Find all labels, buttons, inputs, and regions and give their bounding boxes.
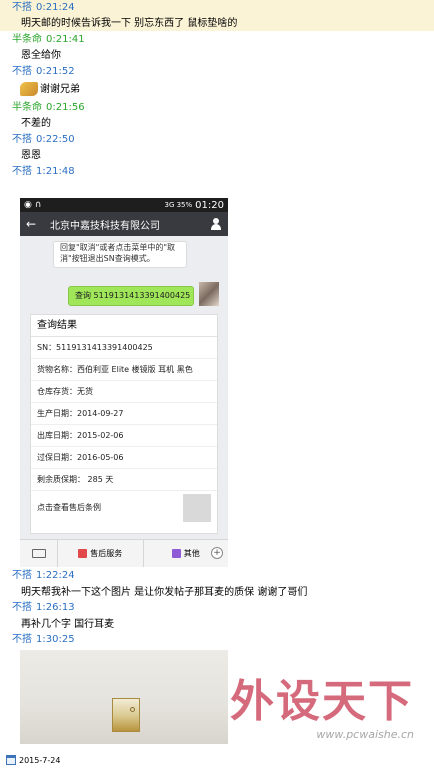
message-text[interactable]: 不差的 — [21, 117, 51, 131]
after-sales-link: 点击查看售后条例 — [31, 491, 217, 525]
sender-name: 不搭 — [12, 634, 32, 645]
message-time: 0:22:50 — [36, 134, 75, 145]
chat-title: 北京中嘉技科技有限公司 — [50, 220, 160, 232]
thank-you-emoji-icon — [20, 82, 38, 96]
card-row: 过保日期：2016-05-06 — [31, 447, 217, 469]
message-header: 半条命 0:21:56 — [12, 101, 85, 115]
message-text-content: 谢谢兄弟 — [40, 84, 80, 95]
sender-name: 不搭 — [12, 66, 32, 77]
incoming-bubble: 回复"取消"或者点击菜单中的"取消"按钮退出SN查询模式。 — [53, 241, 187, 268]
query-result-card: 查询结果 SN：5119131413391400425 货物名称：西伯利亚 El… — [30, 314, 218, 534]
message-text[interactable]: 恩恩 — [21, 149, 41, 163]
card-row: 剩余质保期： 285 天 — [31, 469, 217, 491]
message-header: 半条命 0:21:41 — [12, 33, 85, 47]
status-icons: ◉ ∩ — [24, 200, 42, 210]
status-time: 01:20 — [195, 199, 224, 211]
card-row: SN：5119131413391400425 — [31, 337, 217, 359]
card-row: 出库日期：2015-02-06 — [31, 425, 217, 447]
date-label: 2015-7-24 — [19, 755, 61, 765]
outgoing-bubble: 查询 5119131413391400425 — [68, 286, 194, 306]
message-time: 1:22:24 — [36, 570, 75, 581]
menu-after-sales-label: 售后服务 — [90, 549, 123, 558]
watermark-logo: 外设天下 www.pcwaishe.cn — [214, 676, 414, 750]
calendar-icon — [6, 755, 16, 765]
keyboard-icon — [20, 540, 58, 567]
message-time: 0:21:52 — [36, 66, 75, 77]
message-text[interactable]: 再补几个字 国行耳麦 — [21, 618, 114, 632]
sender-name: 半条命 — [12, 102, 42, 113]
card-row: 仓库存货：无货 — [31, 381, 217, 403]
message-text[interactable]: 谢谢兄弟 — [20, 82, 80, 97]
after-sales-link-label: 点击查看售后条例 — [37, 503, 101, 512]
message-time: 1:30:25 — [36, 634, 75, 645]
sender-name: 不搭 — [12, 570, 32, 581]
date-divider: 2015-7-24 — [6, 754, 60, 766]
other-icon — [171, 549, 181, 558]
menu-after-sales: 售后服务 — [58, 540, 144, 567]
message-text[interactable]: 明天邮的时候告诉我一下 别忘东西了 鼠标垫啥的 — [21, 17, 237, 31]
sender-name: 不搭 — [12, 166, 32, 177]
message-text[interactable]: 恩全给你 — [21, 49, 61, 63]
message-text[interactable]: 明天帮我补一下这个图片 是让你发帖子那耳麦的质保 谢谢了哥们 — [21, 586, 307, 600]
card-row: 生产日期：2014-09-27 — [31, 403, 217, 425]
sender-name: 不搭 — [12, 134, 32, 145]
message-header: 不搭 1:21:48 — [12, 165, 75, 179]
card-row: 货物名称：西伯利亚 Elite 楼镜版 耳机 黑色 — [31, 359, 217, 381]
thumbnail — [183, 494, 211, 522]
sender-name: 半条命 — [12, 34, 42, 45]
zoom-in-icon[interactable]: + — [211, 547, 223, 559]
message-time: 0:21:24 — [36, 2, 75, 13]
headset-photo-image[interactable] — [20, 650, 228, 744]
phone-title-bar: ← 北京中嘉技科技有限公司 — [20, 212, 228, 236]
profile-icon — [210, 218, 222, 230]
avatar — [199, 282, 219, 306]
message-header: 不搭 1:22:24 — [12, 569, 75, 583]
sender-name: 不搭 — [12, 602, 32, 613]
phone-screenshot-image[interactable]: ◉ ∩ 3G 35% 01:20 ← 北京中嘉技科技有限公司 回复"取消"或者点… — [20, 198, 228, 567]
message-header: 不搭 0:22:50 — [12, 133, 75, 147]
message-time: 0:21:56 — [46, 102, 85, 113]
message-time: 1:21:48 — [36, 166, 75, 177]
phone-bottom-menu: 售后服务 其他 — [20, 539, 228, 567]
message-header: 不搭 0:21:52 — [12, 65, 75, 79]
service-icon — [78, 549, 88, 558]
message-header: 不搭 1:26:13 — [12, 601, 75, 615]
message-header: 不搭 0:21:24 — [12, 1, 75, 15]
sender-name: 不搭 — [12, 2, 32, 13]
watermark-url: www.pcwaishe.cn — [316, 728, 414, 741]
watermark-text: 外设天下 — [230, 676, 414, 727]
menu-other-label: 其他 — [183, 549, 200, 558]
usb-adapter — [112, 698, 140, 732]
phone-status-bar: ◉ ∩ 3G 35% 01:20 — [20, 198, 228, 212]
status-signal-battery: 3G 35% — [164, 201, 193, 209]
message-time: 1:26:13 — [36, 602, 75, 613]
message-time: 0:21:41 — [46, 34, 85, 45]
message-header: 不搭 1:30:25 — [12, 633, 75, 647]
card-title: 查询结果 — [31, 315, 217, 337]
back-arrow-icon: ← — [26, 217, 37, 231]
